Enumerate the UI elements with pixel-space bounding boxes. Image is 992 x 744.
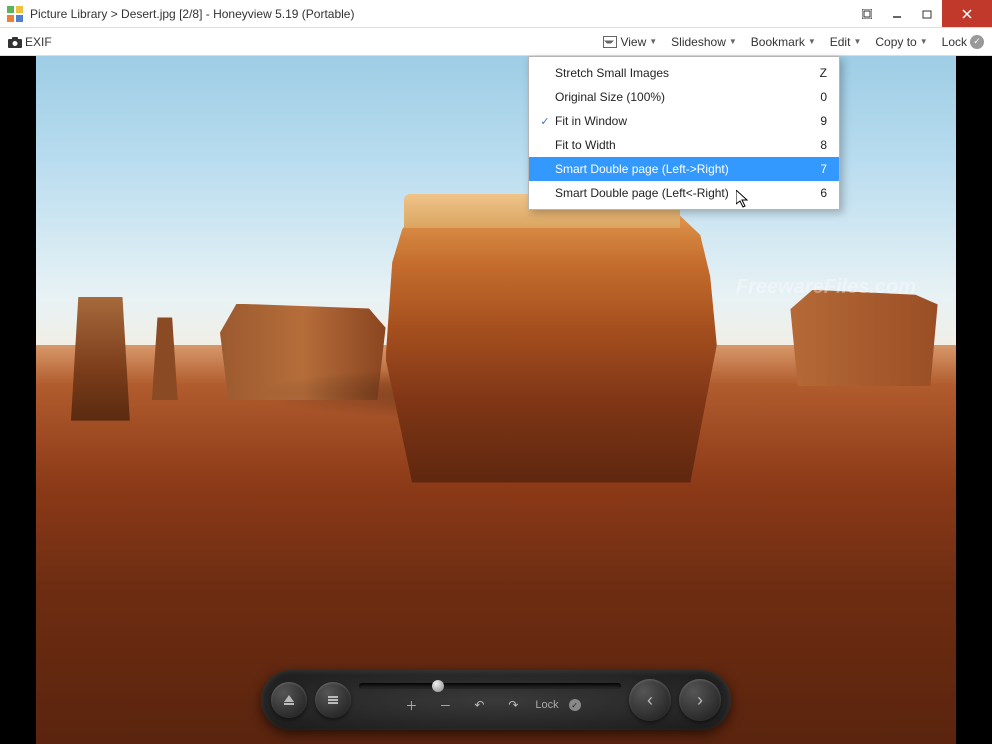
option-label: Smart Double page (Left<-Right): [555, 186, 807, 200]
chevron-down-icon: ▼: [808, 37, 816, 46]
eject-icon: [282, 693, 296, 707]
edit-menu[interactable]: Edit ▼: [830, 35, 862, 49]
bookmark-menu[interactable]: Bookmark ▼: [751, 35, 816, 49]
shortcut-key: Z: [807, 66, 827, 80]
player-lock-label: Lock: [535, 699, 558, 711]
minimize-button[interactable]: [882, 0, 912, 27]
view-option-1[interactable]: Original Size (100%)0: [529, 85, 839, 109]
titlebar: Picture Library > Desert.jpg [2/8] - Hon…: [0, 0, 992, 28]
view-dropdown: Stretch Small ImagesZOriginal Size (100%…: [528, 56, 840, 210]
close-icon: [961, 8, 973, 20]
close-button[interactable]: [942, 0, 992, 27]
option-label: Stretch Small Images: [555, 66, 807, 80]
shortcut-key: 8: [807, 138, 827, 152]
camera-icon: [8, 36, 22, 48]
option-label: Fit to Width: [555, 138, 807, 152]
chevron-down-icon: ▼: [920, 37, 928, 46]
option-label: Original Size (100%): [555, 90, 807, 104]
shortcut-key: 9: [807, 114, 827, 128]
copyto-label: Copy to: [875, 35, 916, 49]
chevron-left-icon: ‹: [647, 690, 653, 711]
menu-button[interactable]: [315, 682, 351, 718]
maximize-button[interactable]: [912, 0, 942, 27]
check-circle-icon: ✓: [970, 35, 984, 49]
hamburger-icon: [326, 693, 340, 707]
prev-button[interactable]: ‹: [629, 679, 671, 721]
slideshow-label: Slideshow: [671, 35, 726, 49]
lock-toggle[interactable]: Lock ✓: [942, 35, 984, 49]
minimize-icon: [892, 9, 902, 19]
player-controls: ＋ － ↶ ↷ Lock ✓ ‹ ›: [261, 670, 731, 730]
rotate-right-button[interactable]: ↷: [501, 693, 525, 717]
zoom-slider[interactable]: [359, 683, 621, 689]
edit-label: Edit: [830, 35, 851, 49]
fullscreen-button[interactable]: [852, 0, 882, 27]
chevron-down-icon: ▼: [729, 37, 737, 46]
slider-thumb[interactable]: [432, 680, 444, 692]
image-viewer[interactable]: FreewareFiles.com ＋ － ↶ ↷ Lock ✓ ‹: [0, 56, 992, 744]
zoom-in-button[interactable]: ＋: [399, 693, 423, 717]
shortcut-key: 0: [807, 90, 827, 104]
fullscreen-icon: [862, 9, 872, 19]
exif-button[interactable]: EXIF: [8, 35, 52, 49]
view-option-0[interactable]: Stretch Small ImagesZ: [529, 61, 839, 85]
check-circle-icon: ✓: [569, 699, 581, 711]
chevron-right-icon: ›: [697, 690, 703, 711]
check-icon: ✓: [535, 115, 555, 128]
exif-label: EXIF: [25, 35, 52, 49]
view-option-2[interactable]: ✓Fit in Window9: [529, 109, 839, 133]
toolbar: EXIF View ▼ Slideshow ▼ Bookmark ▼ Edit …: [0, 28, 992, 56]
eject-button[interactable]: [271, 682, 307, 718]
lock-label: Lock: [942, 35, 967, 49]
maximize-icon: [922, 9, 932, 19]
shortcut-key: 6: [807, 186, 827, 200]
view-menu[interactable]: View ▼: [603, 35, 657, 49]
next-button[interactable]: ›: [679, 679, 721, 721]
view-label: View: [620, 35, 646, 49]
slideshow-menu[interactable]: Slideshow ▼: [671, 35, 737, 49]
window-title: Picture Library > Desert.jpg [2/8] - Hon…: [30, 7, 852, 21]
zoom-out-button[interactable]: －: [433, 693, 457, 717]
view-option-3[interactable]: Fit to Width8: [529, 133, 839, 157]
view-mode-icon: [603, 36, 617, 48]
copy-to-menu[interactable]: Copy to ▼: [875, 35, 927, 49]
bookmark-label: Bookmark: [751, 35, 805, 49]
view-option-4[interactable]: Smart Double page (Left->Right)7: [529, 157, 839, 181]
option-label: Fit in Window: [555, 114, 807, 128]
chevron-down-icon: ▼: [853, 37, 861, 46]
chevron-down-icon: ▼: [649, 37, 657, 46]
watermark-text: FreewareFiles.com: [736, 276, 916, 299]
app-icon: [6, 5, 24, 23]
view-option-5[interactable]: Smart Double page (Left<-Right)6: [529, 181, 839, 205]
rotate-left-button[interactable]: ↶: [467, 693, 491, 717]
shortcut-key: 7: [807, 162, 827, 176]
option-label: Smart Double page (Left->Right): [555, 162, 807, 176]
